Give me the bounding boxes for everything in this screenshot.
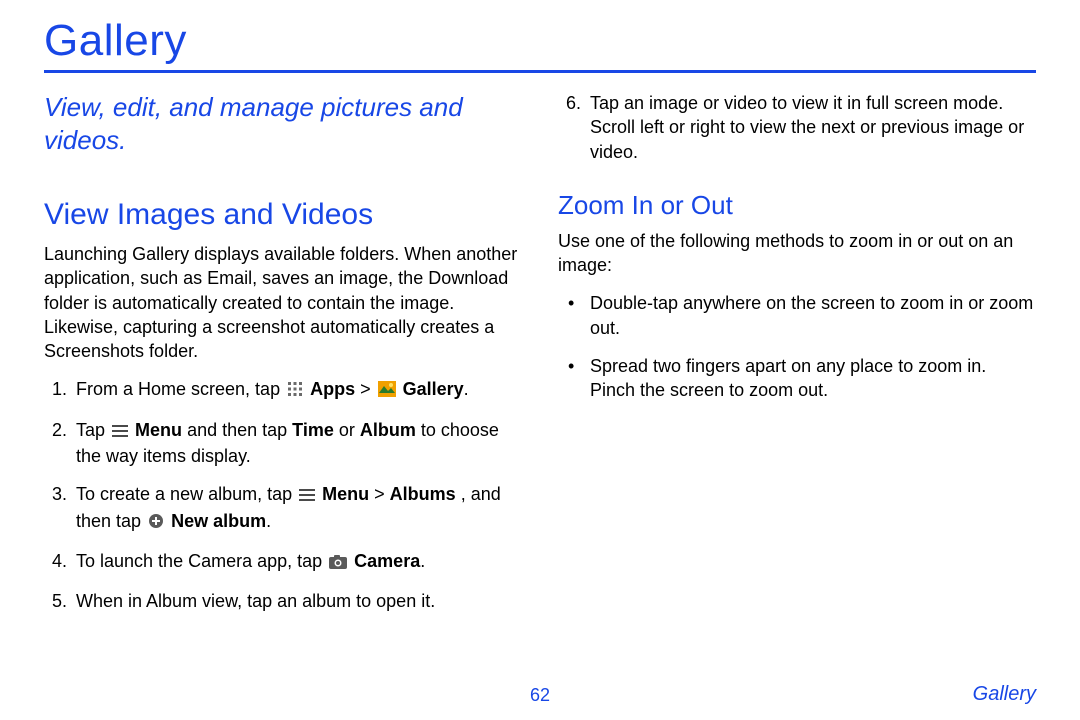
s4-a: To launch the Camera app, tap [76, 551, 327, 571]
view-images-steps: From a Home screen, tap Apps > [44, 377, 522, 613]
zoom-bullets: Double-tap anywhere on the screen to zoo… [558, 291, 1036, 402]
menu-lines-icon [112, 420, 128, 444]
two-column-layout: View, edit, and manage pictures and vide… [44, 91, 1036, 628]
page-footer: 62 [0, 685, 1080, 706]
view-images-steps-cont: Tap an image or video to view it in full… [558, 91, 1036, 164]
manual-page: Gallery View, edit, and manage pictures … [0, 0, 1080, 720]
left-column: View, edit, and manage pictures and vide… [44, 91, 522, 628]
album-label: Album [360, 420, 416, 440]
step-2: Tap Menu and then tap Time or Album to c… [72, 418, 522, 469]
zoom-bullet-1: Double-tap anywhere on the screen to zoo… [568, 291, 1036, 340]
step-1-text-a: From a Home screen, tap [76, 379, 285, 399]
new-album-icon [148, 511, 164, 535]
s4-end: . [420, 551, 425, 571]
title-rule [44, 70, 1036, 73]
menu-label-3: Menu [322, 484, 369, 504]
gt3: > [369, 484, 390, 504]
s3-a: To create a new album, tap [76, 484, 297, 504]
gallery-label: Gallery [403, 379, 464, 399]
s2-b: and then tap [187, 420, 292, 440]
gt: > [355, 379, 376, 399]
camera-label: Camera [354, 551, 420, 571]
right-column: Tap an image or video to view it in full… [558, 91, 1036, 628]
menu-label-2: Menu [135, 420, 182, 440]
gallery-icon [378, 379, 396, 403]
step-3: To create a new album, tap Menu > Albums… [72, 482, 522, 535]
step-5: When in Album view, tap an album to open… [72, 589, 522, 613]
s2-a: Tap [76, 420, 110, 440]
page-number: 62 [530, 685, 550, 706]
s3-end: . [266, 511, 271, 531]
apps-label: Apps [310, 379, 355, 399]
time-label: Time [292, 420, 334, 440]
page-title: Gallery [44, 16, 1036, 66]
step-1: From a Home screen, tap Apps > [72, 377, 522, 403]
menu-lines-icon [299, 484, 315, 508]
view-images-intro: Launching Gallery displays available fol… [44, 242, 522, 363]
apps-grid-icon [287, 379, 303, 403]
end: . [464, 379, 469, 399]
step-6: Tap an image or video to view it in full… [586, 91, 1036, 164]
footer-section-name: Gallery [973, 683, 1036, 706]
step-4: To launch the Camera app, tap Camera. [72, 549, 522, 575]
zoom-intro: Use one of the following methods to zoom… [558, 229, 1036, 278]
new-album-label: New album [171, 511, 266, 531]
s2-c: or [339, 420, 360, 440]
section-heading-view-images: View Images and Videos [44, 198, 522, 232]
camera-icon [329, 551, 347, 575]
page-subtitle: View, edit, and manage pictures and vide… [44, 91, 522, 156]
section-heading-zoom: Zoom In or Out [558, 190, 1036, 221]
albums-label: Albums [390, 484, 456, 504]
zoom-bullet-2: Spread two fingers apart on any place to… [568, 354, 1036, 403]
